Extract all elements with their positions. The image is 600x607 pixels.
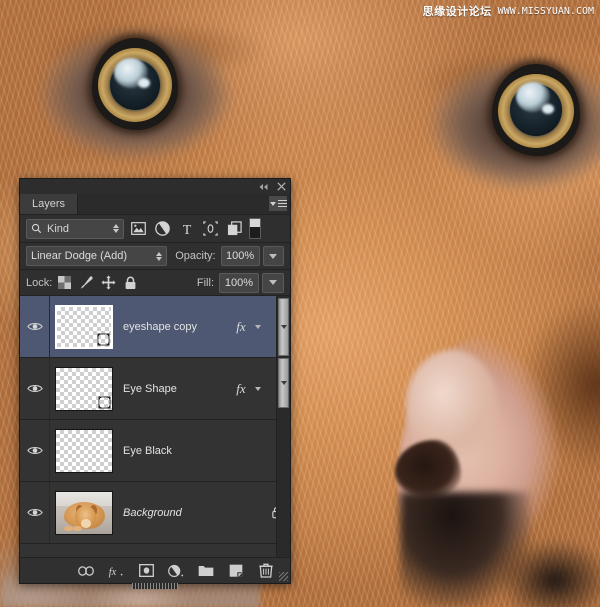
layer-row-eye-black[interactable]: Eye Black [20,420,290,482]
layer-row-eye-shape[interactable]: Eye Shape fx [20,358,290,420]
layer-thumbnail[interactable] [55,490,113,535]
dog-right-eye [492,64,580,156]
opacity-dropdown-icon[interactable] [262,246,284,266]
panel-titlebar[interactable] [20,179,290,194]
opacity-label: Opacity: [175,250,216,262]
filter-smartobject-icon[interactable] [225,219,244,238]
lock-image-pixels-icon[interactable] [76,274,96,292]
layer-visibility-toggle[interactable] [20,358,50,419]
filter-kind-select[interactable]: Kind [26,218,124,239]
lock-row: Lock: Fill: 100% [20,270,290,296]
layer-thumbnail[interactable] [55,366,113,411]
link-layers-icon[interactable] [78,563,94,579]
lock-position-icon[interactable] [98,274,118,292]
svg-text:fx: fx [109,567,117,578]
layers-panel: Layers Kind T Linear Dodge (Add) Opacity… [19,178,291,589]
close-icon[interactable] [277,182,286,191]
fill-value: 100% [224,276,254,289]
watermark-cn-text: 思缘设计论坛 [422,5,492,18]
delete-layer-icon[interactable] [258,563,274,579]
dog-left-eye [92,38,178,130]
filter-pixel-icon[interactable] [129,219,148,238]
layer-thumbnail[interactable] [55,428,113,473]
panel-drag-grip[interactable] [132,583,178,589]
new-group-icon[interactable] [198,563,214,579]
search-icon [31,223,42,234]
collapse-panel-icon[interactable] [258,183,269,191]
lock-transparent-pixels-icon[interactable] [54,274,74,292]
tab-layers[interactable]: Layers [20,194,79,214]
background-photo-thumbnail [56,491,112,534]
layer-visibility-toggle[interactable] [20,420,50,481]
fill-label: Fill: [196,276,214,289]
blend-mode-select[interactable]: Linear Dodge (Add) [26,246,168,266]
vector-mask-badge-icon [97,332,110,346]
layer-name[interactable]: Eye Black [123,445,230,457]
vector-mask-badge-icon [98,395,111,409]
layer-thumbnail[interactable] [55,304,113,349]
layer-fx-expand-icon[interactable] [252,324,264,329]
layer-name[interactable]: eyeshape copy [123,321,230,333]
transparency-checker [56,429,112,472]
eye-icon [26,509,43,516]
filter-type-icon[interactable]: T [177,219,196,238]
layer-list[interactable]: eyeshape copy fx Eye Shape fx Eye Black … [20,296,290,557]
dog-mouth-shadow [500,540,600,607]
panel-tabrow: Layers [20,194,290,215]
layer-name[interactable]: Background [123,507,230,519]
filter-kind-spinner-icon[interactable] [113,224,119,233]
layer-name[interactable]: Eye Shape [123,383,230,395]
layer-visibility-toggle[interactable] [20,296,50,357]
blend-mode-value: Linear Dodge (Add) [31,250,128,262]
blend-mode-row: Linear Dodge (Add) Opacity: 100% [20,243,290,270]
eye-icon [26,447,43,454]
layer-row-eyeshape-copy[interactable]: eyeshape copy fx [20,296,290,358]
new-layer-icon[interactable] [228,563,244,579]
layer-visibility-toggle[interactable] [20,482,50,543]
layers-panel-bottom-bar: fx [20,557,290,589]
layer-filter-row: Kind T [20,215,290,243]
lock-all-icon[interactable] [120,274,140,292]
watermark: 思缘设计论坛 WWW.MISSYUAN.COM [423,3,594,19]
layer-style-fx-icon[interactable]: fx [108,563,124,579]
eye-icon [26,385,43,392]
filter-kind-label: Kind [47,222,70,235]
new-adjustment-layer-icon[interactable] [168,563,184,579]
eye-icon [26,323,43,330]
tabrow-filler [78,194,290,214]
panel-resize-grip[interactable] [279,572,288,581]
opacity-input[interactable]: 100% [220,246,260,266]
layer-list-scrollbar[interactable] [276,296,290,557]
lock-label: Lock: [26,276,53,289]
scrollbar-thumb-lower[interactable] [278,358,289,408]
tab-layers-label: Layers [32,198,66,210]
layer-row-background[interactable]: Background [20,482,290,544]
layer-fx-icon[interactable]: fx [230,319,252,335]
opacity-value: 100% [226,250,255,262]
layer-fx-icon[interactable]: fx [230,381,252,397]
svg-text:T: T [182,223,191,236]
fill-dropdown-icon[interactable] [262,272,284,293]
filter-shape-icon[interactable] [201,219,220,238]
blend-mode-spinner-icon[interactable] [156,251,163,261]
fill-input[interactable]: 100% [219,272,259,293]
panel-menu-icon[interactable] [269,196,287,211]
scrollbar-thumb-upper[interactable] [278,298,289,356]
add-layer-mask-icon[interactable] [138,563,154,579]
layer-fx-expand-icon[interactable] [252,386,264,391]
watermark-url-text: WWW.MISSYUAN.COM [497,5,594,17]
filter-enable-toggle[interactable] [249,218,261,239]
filter-adjustment-icon[interactable] [153,219,172,238]
